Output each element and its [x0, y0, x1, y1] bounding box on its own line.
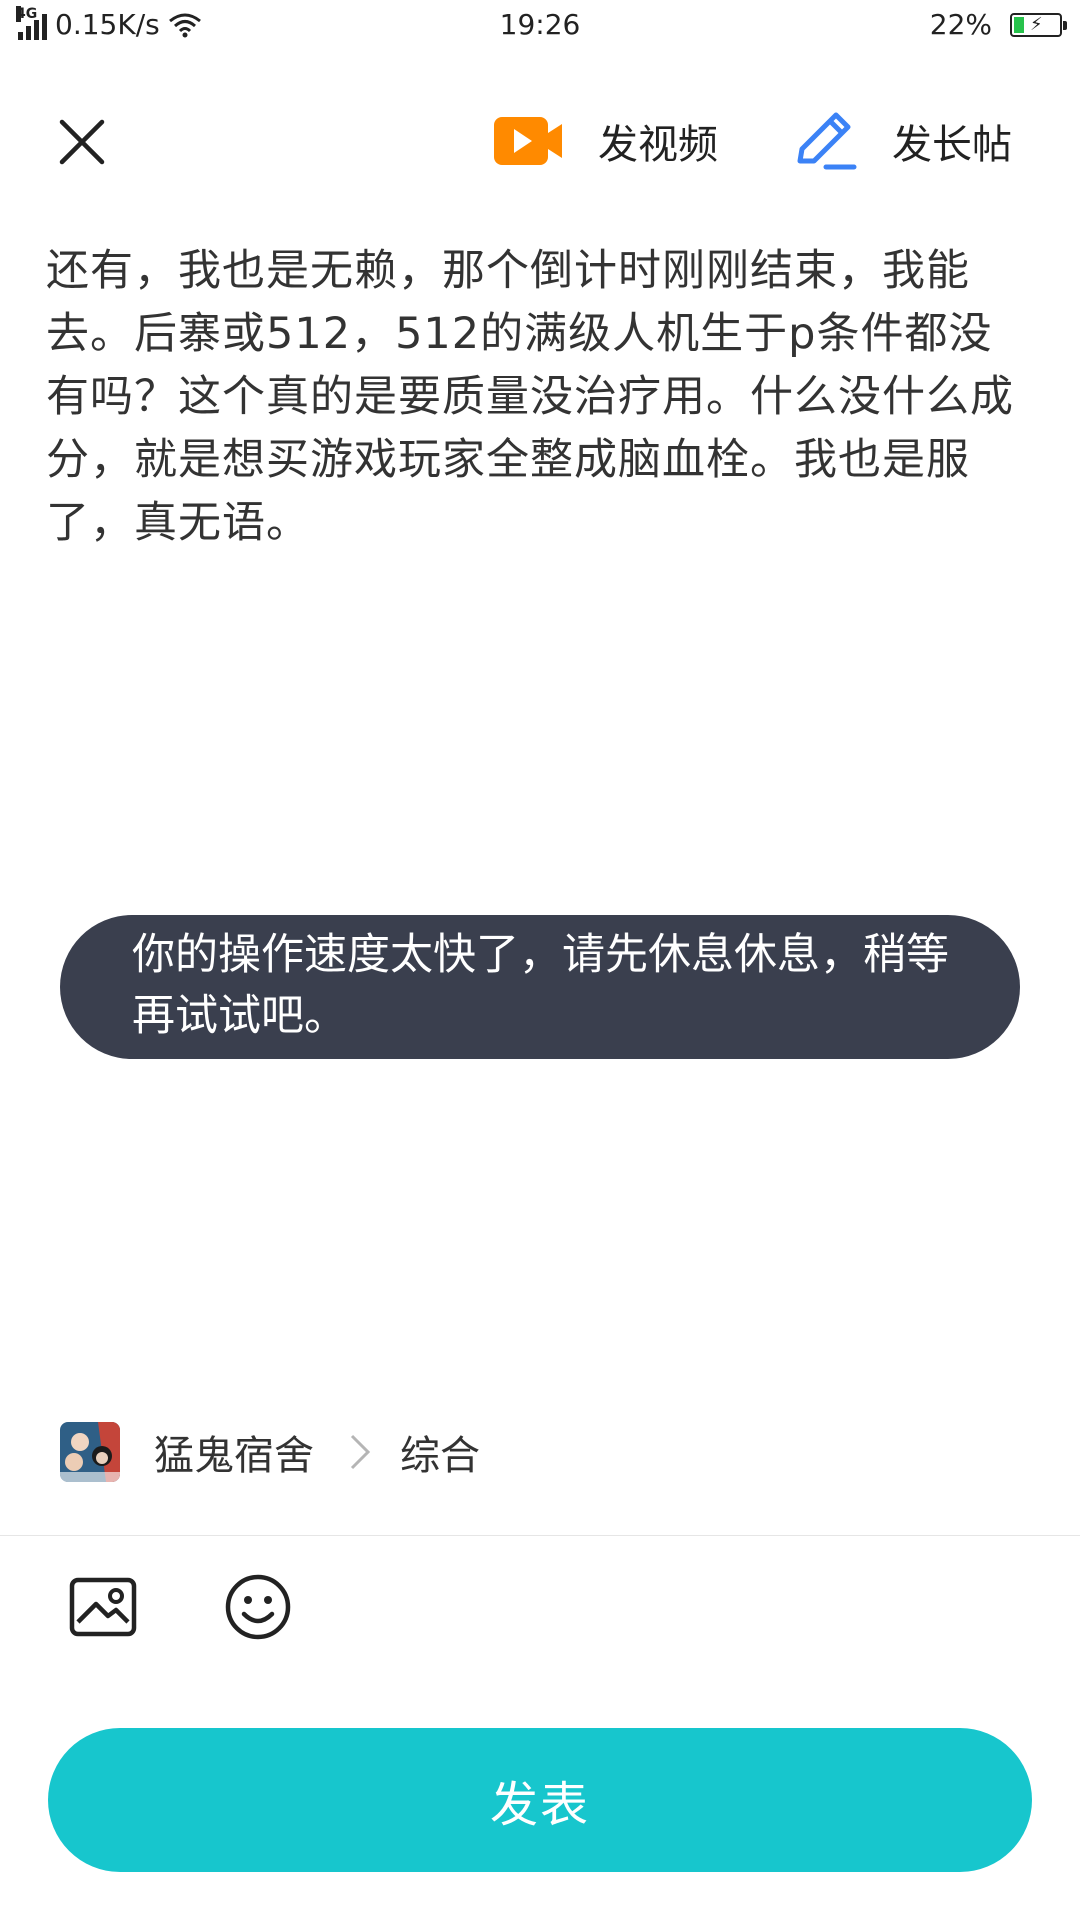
rate-limit-toast: 你的操作速度太快了，请先休息休息，稍等再试试吧。	[60, 915, 1020, 1059]
post-long-label: 发长帖	[892, 122, 1012, 168]
post-body-editor[interactable]: 还有，我也是无赖，那个倒计时刚刚结束，我能去。后寨或512，512的满级人机生于…	[46, 240, 1036, 555]
close-icon[interactable]	[52, 112, 112, 172]
category-selector[interactable]: 猛鬼宿舍 综合	[60, 1420, 480, 1484]
game-avatar	[60, 1422, 120, 1482]
game-name: 猛鬼宿舍	[154, 1433, 314, 1479]
divider	[0, 1535, 1080, 1536]
image-icon[interactable]	[68, 1572, 138, 1642]
battery-percent: 22%	[929, 8, 992, 41]
post-video-label: 发视频	[598, 122, 718, 168]
editor-toolbar: 发视频 发长帖	[0, 90, 1080, 190]
chevron-right-icon	[350, 1434, 371, 1470]
charging-bolt-icon: ⚡	[1030, 13, 1043, 35]
post-video-button[interactable]: 发视频	[492, 106, 718, 176]
emoji-icon[interactable]	[223, 1572, 293, 1642]
battery-charging-icon: ⚡	[1010, 12, 1067, 37]
pen-icon	[797, 112, 857, 170]
section-name: 综合	[400, 1433, 480, 1479]
status-right: 22% ⚡	[929, 8, 1067, 41]
publish-button[interactable]: 发表	[48, 1728, 1032, 1872]
status-bar: 4G 0.15K/s 19:26 22% ⚡	[0, 0, 1080, 52]
post-long-button[interactable]: 发长帖	[792, 106, 1012, 176]
battery-fill	[1014, 16, 1024, 33]
video-camera-icon	[494, 117, 562, 165]
status-time: 19:26	[499, 8, 581, 41]
